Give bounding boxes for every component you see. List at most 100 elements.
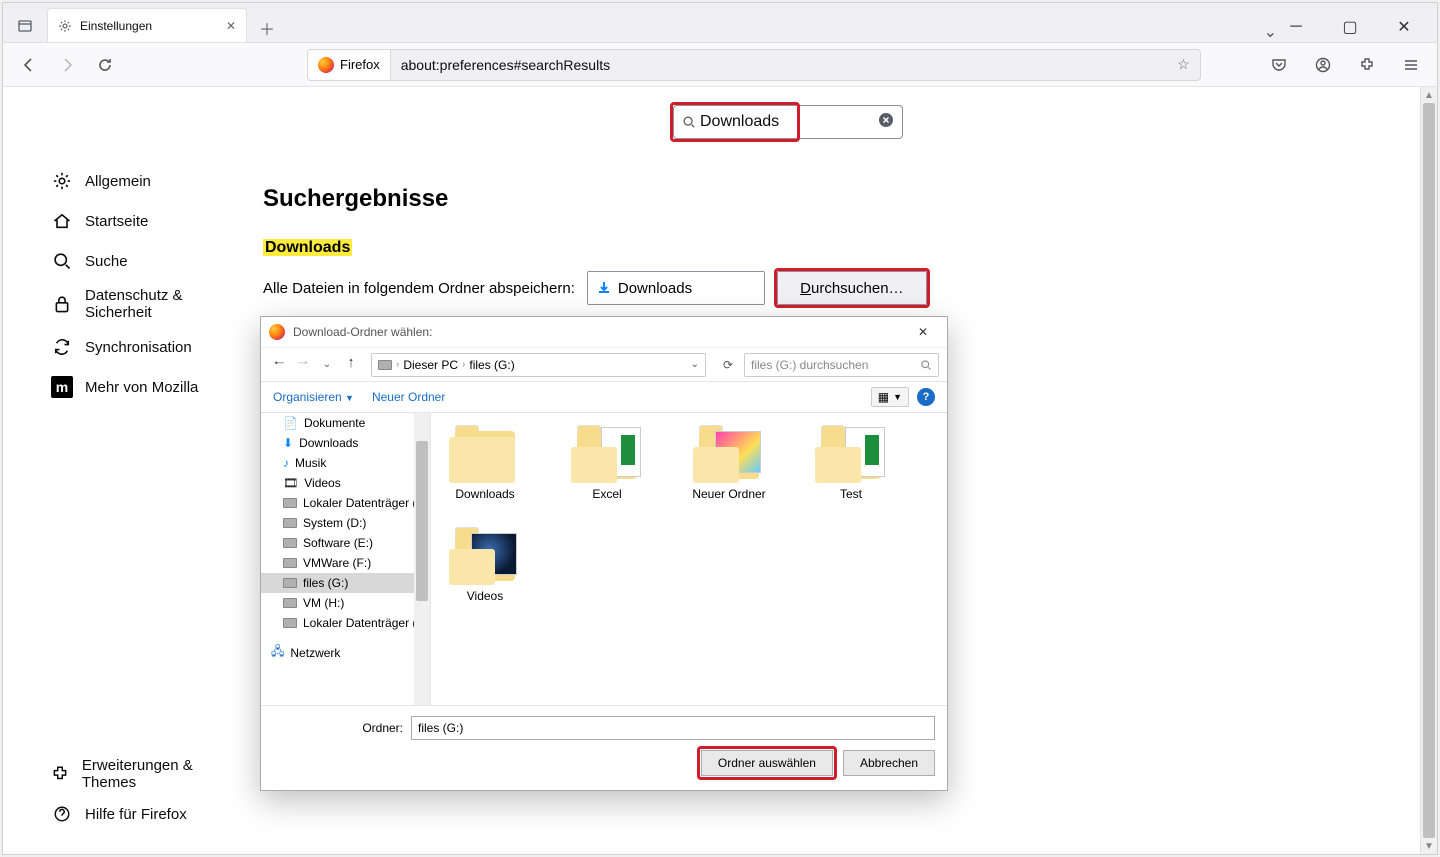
tree-item[interactable]: Software (E:): [261, 533, 430, 553]
clear-search-icon[interactable]: [878, 112, 894, 133]
sidebar-label: Datenschutz & Sicherheit: [85, 287, 215, 322]
folder-item[interactable]: Test: [805, 425, 897, 501]
download-icon: [596, 280, 612, 296]
vertical-scrollbar[interactable]: ▲ ▼: [1420, 87, 1437, 854]
tree-item[interactable]: 📄Dokumente: [261, 413, 430, 433]
browse-button[interactable]: Durchsuchen…: [777, 271, 927, 305]
sidebar-label: Allgemein: [85, 173, 151, 190]
scrollbar-thumb[interactable]: [1423, 103, 1435, 838]
sidebar-label: Erweiterungen & Themes: [82, 757, 227, 791]
drive-icon: [283, 618, 297, 628]
firefox-logo-icon: [318, 57, 334, 73]
organize-menu[interactable]: Organisieren ▼: [273, 390, 354, 404]
download-path-field[interactable]: Downloads: [587, 271, 765, 305]
sidebar-item-sync[interactable]: Synchronisation: [43, 327, 235, 367]
tree-item[interactable]: VMWare (F:): [261, 553, 430, 573]
lock-icon: [51, 294, 73, 314]
maximize-button[interactable]: ▢: [1331, 12, 1369, 42]
dialog-close-button[interactable]: ✕: [907, 325, 939, 339]
folder-name-input[interactable]: [411, 716, 935, 740]
tree-item[interactable]: VM (H:): [261, 593, 430, 613]
documents-icon: 📄: [283, 416, 298, 430]
tree-item[interactable]: ♪Musik: [261, 453, 430, 473]
breadcrumb-item[interactable]: files (G:): [469, 358, 514, 372]
folder-item[interactable]: Videos: [439, 527, 531, 603]
tree-item[interactable]: 🎞Videos: [261, 473, 430, 493]
results-heading: Suchergebnisse: [263, 185, 1397, 213]
dialog-up-button[interactable]: 🠑: [341, 354, 361, 375]
scroll-down-icon[interactable]: ▼: [1421, 838, 1437, 854]
sidebar-label: Hilfe für Firefox: [85, 806, 187, 823]
folder-item[interactable]: Excel: [561, 425, 653, 501]
browser-toolbar: Firefox about:preferences#searchResults …: [3, 43, 1437, 87]
app-menu-button[interactable]: [1395, 49, 1427, 81]
identity-box[interactable]: Firefox: [307, 49, 391, 81]
tree-item-selected[interactable]: files (G:): [261, 573, 430, 593]
drive-icon: [283, 558, 297, 568]
help-button[interactable]: ?: [917, 388, 935, 406]
dialog-search-input[interactable]: files (G:) durchsuchen: [744, 353, 939, 377]
folder-item[interactable]: Downloads: [439, 425, 531, 501]
url-text: about:preferences#searchResults: [401, 57, 610, 73]
search-icon: [51, 251, 73, 271]
forward-button[interactable]: [51, 49, 83, 81]
drive-icon: [283, 518, 297, 528]
sidebar-label: Suche: [85, 253, 128, 270]
search-icon: [682, 115, 696, 129]
dialog-forward-button[interactable]: 🠒: [293, 354, 313, 375]
tab-strip: Einstellungen ✕ ＋ ⌄ ─ ▢ ✕: [3, 3, 1437, 43]
chevron-down-icon[interactable]: ⌄: [691, 359, 699, 370]
tabs-dropdown-icon[interactable]: ⌄: [1264, 22, 1277, 42]
minimize-button[interactable]: ─: [1277, 12, 1315, 42]
recent-dropdown-icon[interactable]: ⌄: [317, 359, 337, 370]
gear-icon: [51, 171, 73, 191]
sidebar-item-addons[interactable]: Erweiterungen & Themes: [43, 754, 235, 794]
pocket-icon[interactable]: [1263, 49, 1295, 81]
tree-scrollbar[interactable]: [414, 413, 430, 705]
sidebar-item-general[interactable]: Allgemein: [43, 161, 235, 201]
tree-item[interactable]: Lokaler Datenträger (: [261, 493, 430, 513]
folder-tree: 📄Dokumente ⬇Downloads ♪Musik 🎞Videos Lok…: [261, 413, 431, 705]
sidebar-item-mozilla[interactable]: mMehr von Mozilla: [43, 367, 235, 407]
breadcrumb-item[interactable]: Dieser PC: [403, 358, 458, 372]
dialog-title: Download-Ordner wählen:: [293, 325, 432, 339]
tree-item[interactable]: System (D:): [261, 513, 430, 533]
reload-button[interactable]: [89, 49, 121, 81]
cancel-button[interactable]: Abbrechen: [843, 750, 935, 776]
video-icon: 🎞: [283, 476, 298, 490]
sidebar-item-home[interactable]: Startseite: [43, 201, 235, 241]
tree-item[interactable]: Lokaler Datenträger (: [261, 613, 430, 633]
back-button[interactable]: [13, 49, 45, 81]
app-menu-icon[interactable]: [9, 10, 41, 42]
folder-item[interactable]: Neuer Ordner: [683, 425, 775, 501]
sidebar-item-search[interactable]: Suche: [43, 241, 235, 281]
new-folder-button[interactable]: Neuer Ordner: [372, 390, 445, 404]
breadcrumb-bar[interactable]: › Dieser PC › files (G:) ⌄: [371, 353, 706, 377]
sidebar-label: Mehr von Mozilla: [85, 379, 198, 396]
refresh-button[interactable]: ⟳: [716, 358, 740, 372]
tree-item-network[interactable]: 🖧Netzwerk: [261, 639, 430, 666]
select-folder-button[interactable]: Ordner auswählen: [701, 750, 833, 776]
view-mode-button[interactable]: ▦ ▼: [871, 387, 909, 407]
account-icon[interactable]: [1307, 49, 1339, 81]
tab-close-icon[interactable]: ✕: [226, 19, 236, 33]
scroll-up-icon[interactable]: ▲: [1421, 87, 1437, 103]
dialog-back-button[interactable]: 🠐: [269, 354, 289, 375]
new-tab-button[interactable]: ＋: [253, 14, 281, 42]
download-icon: ⬇: [283, 436, 293, 450]
url-bar[interactable]: about:preferences#searchResults ☆: [391, 49, 1201, 81]
search-icon: [920, 359, 932, 371]
sidebar-item-help[interactable]: Hilfe für Firefox: [43, 794, 235, 834]
browser-tab[interactable]: Einstellungen ✕: [47, 8, 247, 42]
prefs-search-input[interactable]: Downloads: [673, 105, 903, 139]
folder-grid: Downloads Excel Neuer Ordner Test Videos: [431, 413, 947, 705]
bookmark-star-icon[interactable]: ☆: [1177, 56, 1190, 73]
tree-item[interactable]: ⬇Downloads: [261, 433, 430, 453]
close-window-button[interactable]: ✕: [1385, 12, 1423, 42]
tab-title: Einstellungen: [80, 19, 152, 33]
extensions-icon[interactable]: [1351, 49, 1383, 81]
drive-icon: [378, 360, 392, 370]
sidebar-item-privacy[interactable]: Datenschutz & Sicherheit: [43, 281, 235, 327]
sync-icon: [51, 337, 73, 357]
window-controls: ─ ▢ ✕: [1277, 12, 1431, 42]
